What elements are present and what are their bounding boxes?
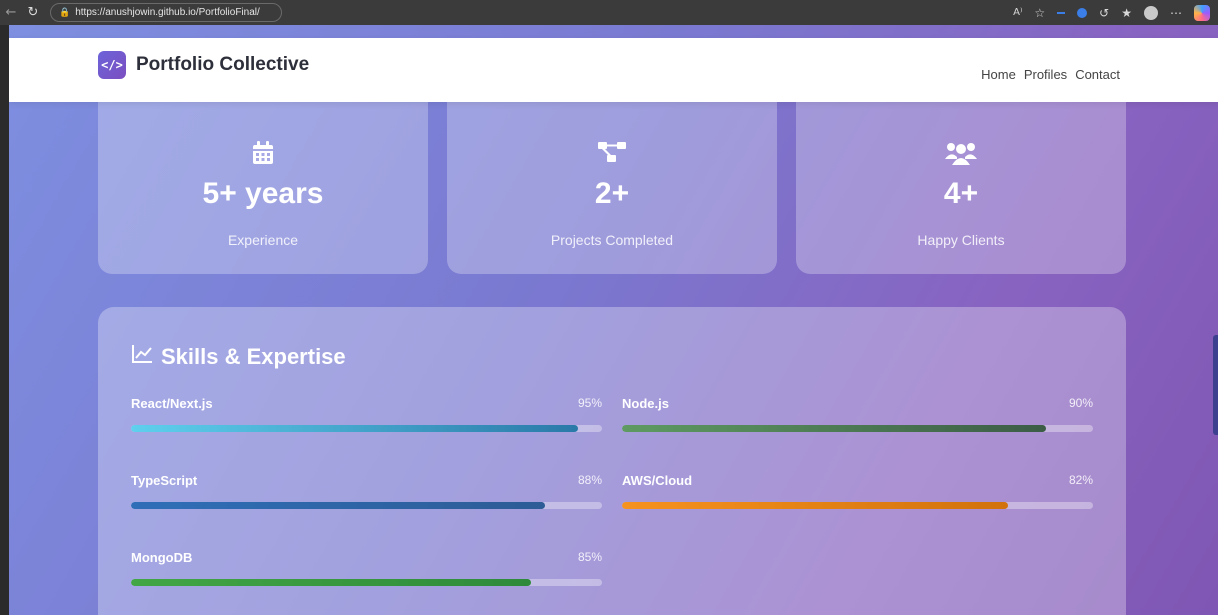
skill-progress-track: [131, 425, 602, 432]
side-edge-tab[interactable]: [1213, 335, 1218, 435]
skill-percent: 82%: [1068, 473, 1093, 487]
skill-name: Node.js: [622, 396, 669, 411]
stat-value: 2+: [594, 177, 630, 210]
stat-label: Happy Clients: [917, 232, 1005, 248]
chart-line-icon: [131, 344, 153, 370]
skill-name: MongoDB: [131, 550, 193, 565]
nav-links: Home Profiles Contact: [981, 67, 1120, 82]
more-menu-icon[interactable]: ⋯: [1170, 6, 1182, 20]
url-text: https://anushjowin.github.io/PortfolioFi…: [75, 7, 260, 18]
code-logo-icon: </>: [98, 51, 126, 79]
page-viewport: 5+ years Experience 2+ Projects Complete…: [9, 25, 1218, 615]
nav-link-contact[interactable]: Contact: [1075, 67, 1120, 82]
skill-progress-fill: [131, 425, 579, 432]
skill-progress-track: [622, 502, 1093, 509]
skill-name: React/Next.js: [131, 396, 213, 411]
lock-icon: 🔒: [59, 7, 71, 17]
reload-icon[interactable]: ↻: [22, 5, 44, 20]
copilot-icon[interactable]: [1194, 4, 1210, 21]
stat-value: 5+ years: [202, 177, 324, 210]
refresh-extension-icon[interactable]: ↺: [1099, 6, 1109, 20]
stat-label: Projects Completed: [550, 232, 674, 248]
skill-progress-fill: [131, 502, 546, 509]
stat-card-clients: 4+ Happy Clients: [796, 77, 1126, 274]
favorite-star-icon[interactable]: ☆: [1034, 6, 1045, 20]
skill-percent: 85%: [577, 550, 602, 564]
skills-heading: Skills & Expertise: [131, 344, 346, 370]
browser-toolbar: ← ↻ 🔒 https://anushjowin.github.io/Portf…: [0, 0, 1218, 25]
extension-icon[interactable]: [1077, 7, 1088, 18]
brand-name: Portfolio Collective: [136, 54, 310, 75]
read-aloud-icon[interactable]: A⁾: [1013, 7, 1022, 18]
skill-progress-track: [131, 579, 602, 586]
stat-value: 4+: [943, 177, 979, 210]
users-icon: [796, 141, 1126, 165]
skill-progress-fill: [622, 502, 1009, 509]
stat-card-experience: 5+ years Experience: [98, 77, 428, 274]
favorites-icon[interactable]: ★: [1121, 6, 1132, 20]
skill-progress-track: [622, 425, 1093, 432]
skill-percent: 90%: [1068, 396, 1093, 410]
skill-name: AWS/Cloud: [622, 473, 693, 488]
skill-progress-fill: [622, 425, 1046, 432]
site-navbar: </> Portfolio Collective Home Profiles C…: [9, 38, 1218, 102]
stat-card-projects: 2+ Projects Completed: [447, 77, 777, 274]
nav-link-home[interactable]: Home: [981, 67, 1016, 82]
skill-percent: 95%: [577, 396, 602, 410]
address-bar[interactable]: 🔒 https://anushjowin.github.io/Portfolio…: [50, 3, 282, 22]
extension-dash-icon[interactable]: [1057, 11, 1066, 14]
skill-progress-track: [131, 502, 602, 509]
skills-card: Skills & Expertise React/Next.js 95% Nod…: [98, 307, 1126, 615]
browser-right-tools: A⁾ ☆ ↺ ★ ⋯: [1013, 0, 1210, 25]
nav-link-profiles[interactable]: Profiles: [1024, 67, 1067, 82]
back-icon[interactable]: ←: [0, 5, 22, 20]
brand[interactable]: </> Portfolio Collective: [98, 51, 309, 79]
skill-name: TypeScript: [131, 473, 198, 488]
stat-label: Experience: [227, 232, 299, 248]
profile-avatar-icon[interactable]: [1144, 5, 1158, 20]
skill-percent: 88%: [577, 473, 602, 487]
project-diagram-icon: [447, 141, 777, 163]
calendar-icon: [98, 141, 428, 165]
skill-progress-fill: [131, 579, 532, 586]
skills-title: Skills & Expertise: [161, 344, 346, 369]
